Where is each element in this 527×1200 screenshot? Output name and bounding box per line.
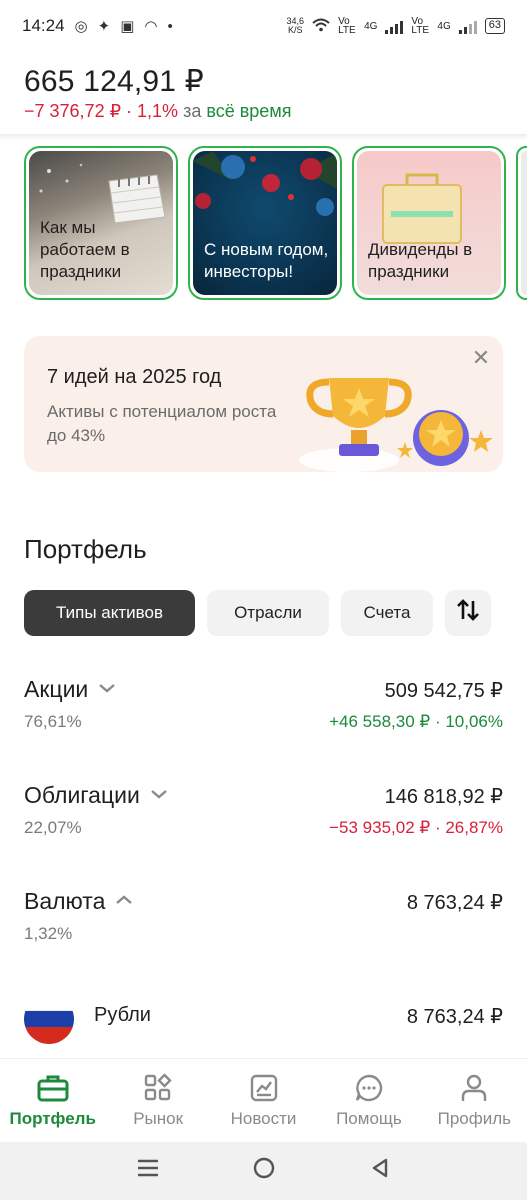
sim1-label: Vo LTE bbox=[338, 16, 356, 36]
nav-profile[interactable]: Профиль bbox=[422, 1059, 527, 1142]
asset-name: Валюта bbox=[24, 888, 106, 914]
story-card[interactable]: Как мы работаем в праздники bbox=[24, 146, 178, 300]
wifi-icon bbox=[312, 18, 330, 35]
asset-share: 22,07% bbox=[24, 818, 82, 837]
app-notification-icon: ▣ bbox=[120, 17, 135, 35]
tab-accounts[interactable]: Счета bbox=[341, 590, 433, 636]
nav-help[interactable]: Помощь bbox=[316, 1059, 421, 1142]
story-card[interactable] bbox=[516, 146, 527, 300]
currency-row-rub[interactable]: Рубли 8 763,24 ₽ bbox=[24, 994, 503, 1046]
story-text: С новым годом, инвесторы! bbox=[204, 240, 329, 281]
story-image bbox=[521, 151, 527, 295]
story-text: Дивиденды в праздники bbox=[368, 240, 473, 281]
grouping-tabs: Типы активов Отрасли Счета bbox=[24, 590, 491, 636]
story-card[interactable]: С новым годом, инвесторы! bbox=[188, 146, 342, 300]
sim2-label: Vo LTE bbox=[411, 16, 430, 36]
asset-share: 76,61% bbox=[24, 712, 82, 731]
tab-industries[interactable]: Отрасли bbox=[207, 590, 329, 636]
chat-bubble-icon bbox=[352, 1073, 386, 1103]
nav-label: Профиль bbox=[437, 1109, 512, 1128]
change-period-prefix: за bbox=[183, 101, 202, 121]
nav-label: Новости bbox=[230, 1109, 297, 1128]
sort-arrows-icon bbox=[455, 597, 481, 629]
asset-delta: −53 935,02 ₽ · 26,87% bbox=[329, 818, 503, 837]
asset-group-currency[interactable]: Валюта 1,32% 8 763,24 ₽ bbox=[24, 888, 503, 958]
story-image: Как мы работаем в праздники bbox=[29, 151, 173, 295]
sort-button[interactable] bbox=[445, 590, 491, 636]
nav-market[interactable]: Рынок bbox=[105, 1059, 210, 1142]
asset-value: 509 542,75 ₽ bbox=[384, 680, 503, 702]
asset-value: 146 818,92 ₽ bbox=[384, 786, 503, 808]
story-card[interactable]: Дивиденды в праздники bbox=[352, 146, 506, 300]
story-image: С новым годом, инвесторы! bbox=[193, 151, 337, 295]
asset-name: Облигации bbox=[24, 782, 140, 808]
asset-group-stocks[interactable]: Акции 76,61% 509 542,75 ₽ +46 558,30 ₽ ·… bbox=[24, 676, 503, 746]
whatsapp-icon: ◎ bbox=[74, 17, 88, 35]
signal-1-icon bbox=[385, 18, 404, 34]
nav-news[interactable]: Новости bbox=[211, 1059, 316, 1142]
news-chart-icon bbox=[247, 1073, 281, 1103]
stories-carousel[interactable]: Как мы работаем в праздники С новым годо… bbox=[24, 146, 527, 300]
header-divider bbox=[0, 134, 527, 140]
status-bar: 14:24 ◎ ✦ ▣ ◠ • 34,6 K/S Vo LTE 4G Vo LT… bbox=[0, 0, 527, 52]
asset-share: 1,32% bbox=[24, 924, 73, 943]
chevron-down-icon bbox=[98, 681, 116, 699]
nav-label: Портфель bbox=[9, 1109, 96, 1128]
portfolio-total: 665 124,91 ₽ bbox=[24, 65, 204, 98]
banner-text: Активы с потенциалом роста до 43% bbox=[47, 402, 277, 445]
recent-apps-icon[interactable] bbox=[136, 1157, 160, 1185]
battery-icon: 63 bbox=[484, 18, 505, 34]
sparkle-icon: ✦ bbox=[97, 17, 111, 35]
asset-name: Акции bbox=[24, 676, 89, 702]
tab-asset-types[interactable]: Типы активов bbox=[24, 590, 195, 636]
asset-delta: +46 558,30 ₽ · 10,06% bbox=[329, 712, 503, 731]
back-icon[interactable] bbox=[369, 1157, 391, 1186]
briefcase-icon bbox=[36, 1073, 70, 1103]
currency-value: 8 763,24 ₽ bbox=[406, 1006, 503, 1028]
promo-banner[interactable]: 7 идей на 2025 год Активы с потенциалом … bbox=[24, 336, 503, 472]
sim2-type: 4G bbox=[437, 20, 451, 32]
sim1-type: 4G bbox=[364, 20, 378, 32]
nav-label: Помощь bbox=[336, 1109, 402, 1128]
story-image: Дивиденды в праздники bbox=[357, 151, 501, 295]
signal-2-icon bbox=[458, 18, 477, 34]
asset-group-bonds[interactable]: Облигации 22,07% 146 818,92 ₽ −53 935,02… bbox=[24, 782, 503, 852]
system-navigation-bar bbox=[0, 1142, 527, 1200]
currency-name: Рубли bbox=[94, 1004, 151, 1026]
nav-label: Рынок bbox=[133, 1109, 184, 1128]
person-icon bbox=[457, 1073, 491, 1103]
banner-title: 7 идей на 2025 год bbox=[47, 366, 222, 388]
trophy-illustration bbox=[299, 378, 493, 472]
section-title: Портфель bbox=[24, 534, 147, 564]
status-time: 14:24 bbox=[22, 16, 65, 35]
asset-value: 8 763,24 ₽ bbox=[406, 892, 503, 914]
chevron-down-icon bbox=[150, 787, 168, 805]
home-icon[interactable] bbox=[252, 1156, 276, 1187]
rss-icon: ◠ bbox=[144, 17, 158, 35]
chevron-up-icon bbox=[115, 893, 133, 911]
story-text: Как мы работаем в праздники bbox=[40, 218, 130, 281]
close-icon[interactable]: ✕ bbox=[469, 346, 493, 370]
change-period-selector[interactable]: всё время bbox=[206, 101, 291, 121]
market-grid-icon bbox=[141, 1073, 175, 1103]
change-value: −7 376,72 ₽ · 1,1% bbox=[24, 101, 179, 121]
bottom-navigation: Портфель Рынок Новости Помощь Профиль bbox=[0, 1058, 527, 1142]
network-speed: 34,6 K/S bbox=[286, 16, 305, 35]
portfolio-change[interactable]: −7 376,72 ₽ · 1,1% за всё время bbox=[24, 101, 291, 122]
more-notifications-icon: • bbox=[167, 17, 173, 35]
russia-flag-icon bbox=[24, 994, 74, 1044]
nav-portfolio[interactable]: Портфель bbox=[0, 1059, 105, 1142]
